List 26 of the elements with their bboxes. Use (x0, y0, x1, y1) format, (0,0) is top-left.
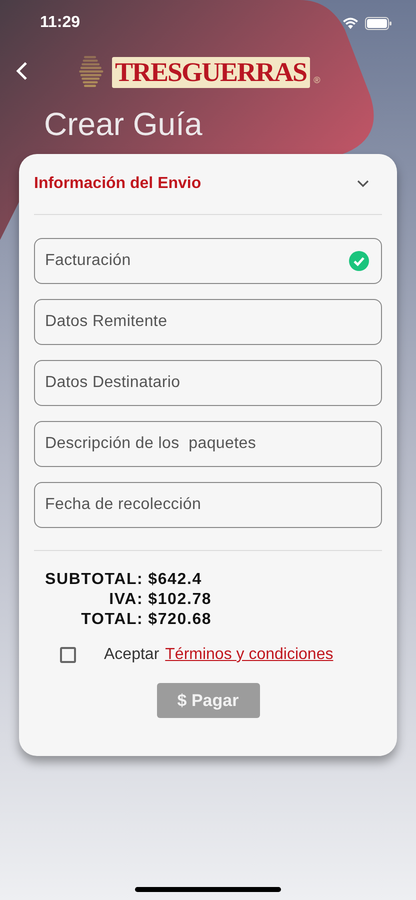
total-value: $642.4 (148, 570, 203, 590)
field-label: Descripción de los paquetes (45, 435, 256, 453)
battery-icon (365, 16, 392, 30)
page-title: Crear Guía (44, 105, 204, 144)
registered-mark: ® (314, 75, 320, 85)
field-label: Fecha de recolección (45, 496, 202, 514)
total-label: IVA: (108, 590, 144, 610)
terms-checkbox[interactable] (60, 647, 76, 663)
form-field[interactable]: Facturación (34, 238, 382, 284)
total-value: $102.78 (148, 590, 212, 610)
logo-text: TRESGUERRAS (112, 56, 310, 88)
total-label: TOTAL: (80, 610, 144, 630)
wifi-icon (342, 17, 359, 29)
total-label: SUBTOTAL: (45, 570, 144, 590)
field-label: Datos Remitente (45, 313, 168, 331)
field-label: Datos Destinatario (45, 374, 180, 392)
field-label: Facturación (45, 252, 131, 270)
section-title: Información del Envio (34, 175, 202, 193)
form-field[interactable]: Fecha de recolección (34, 482, 382, 528)
status-time: 11:29 (40, 14, 80, 32)
terms-link[interactable]: Términos y condiciones (165, 646, 334, 664)
accept-label: Aceptar (104, 646, 160, 664)
total-value: $720.68 (148, 610, 212, 630)
form-field[interactable]: Descripción de los paquetes (34, 421, 382, 467)
form-field[interactable]: Datos Remitente (34, 299, 382, 345)
form-field[interactable]: Datos Destinatario (34, 360, 382, 406)
